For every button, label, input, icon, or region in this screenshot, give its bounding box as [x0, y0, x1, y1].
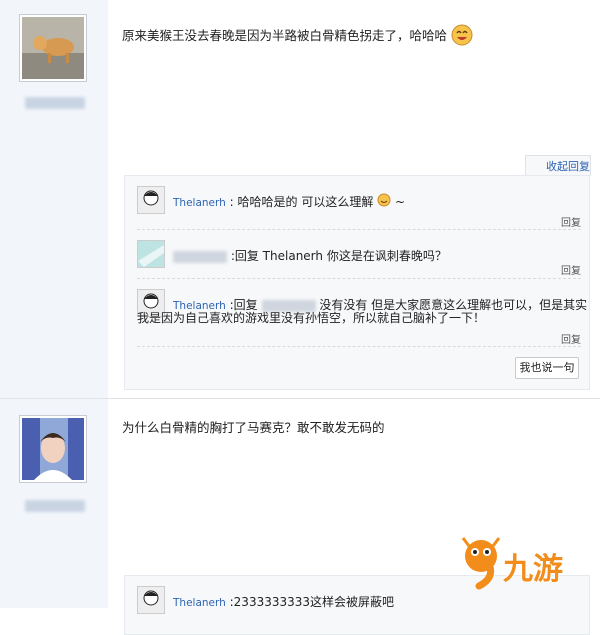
post-1: 原来美猴王没去春晚是因为半路被白骨精色拐走了，哈哈哈 收起回复 Thelaner…: [0, 0, 600, 398]
reply-text: :回复 Thelanerh 你这是在讽刺春晚吗？: [173, 246, 447, 266]
reply-username-blurred[interactable]: [173, 250, 227, 263]
grin-emoji-icon: [377, 193, 391, 213]
reply-box: Thelanerh : 哈哈哈是的 可以这么理解 ~ 回复 :回复 Thelan…: [124, 175, 590, 390]
avatar[interactable]: [19, 415, 87, 483]
reply-avatar[interactable]: [137, 240, 165, 268]
reply-action[interactable]: 回复: [561, 262, 581, 277]
reply-body: :回复 Thelanerh 你这是在讽刺春晚吗？: [230, 249, 447, 263]
reply-action[interactable]: 回复: [561, 214, 581, 229]
reply-text: Thelanerh : 哈哈哈是的 可以这么理解 ~: [173, 192, 405, 213]
post-content: 为什么白骨精的胸打了马赛克？敢不敢发无码的: [122, 420, 385, 435]
laughing-emoji-icon: [451, 24, 473, 49]
person-avatar-image: [22, 418, 84, 480]
reply-avatar[interactable]: [137, 586, 165, 614]
reply-tail: ~: [394, 195, 406, 209]
reply-text-line2: 我是因为自己喜欢的游戏里没有孙悟空，所以就自己脑补了一下！: [137, 311, 486, 325]
reply-avatar[interactable]: [137, 186, 165, 214]
reply-body: 哈哈哈是的 可以这么理解: [237, 195, 374, 209]
reply-action[interactable]: 回复: [561, 331, 581, 346]
avatar[interactable]: [19, 14, 87, 82]
author-name-blurred[interactable]: [25, 97, 85, 109]
reply-separator: [137, 229, 581, 230]
reply-text: Thelanerh :2333333333这样会被屏蔽吧: [173, 592, 394, 613]
reply-colon: :: [229, 195, 234, 209]
reply-separator: [137, 278, 581, 279]
reply-username[interactable]: Thelanerh: [173, 197, 226, 209]
logo-text: 九游: [503, 552, 563, 587]
post-content: 原来美猴王没去春晚是因为半路被白骨精色拐走了，哈哈哈: [122, 24, 473, 49]
dog-avatar-image: [22, 17, 84, 79]
reply-body: :2333333333这样会被屏蔽吧: [229, 595, 395, 609]
say-something-button[interactable]: 我也说一句: [515, 357, 579, 379]
reply-separator: [137, 346, 581, 347]
post-text: 原来美猴王没去春晚是因为半路被白骨精色拐走了，哈哈哈: [122, 28, 448, 43]
author-name-blurred[interactable]: [25, 500, 85, 512]
collapse-replies-link[interactable]: 收起回复: [546, 158, 590, 174]
jiuyou-logo: 九游: [455, 530, 585, 593]
reply-username[interactable]: Thelanerh: [173, 597, 226, 609]
